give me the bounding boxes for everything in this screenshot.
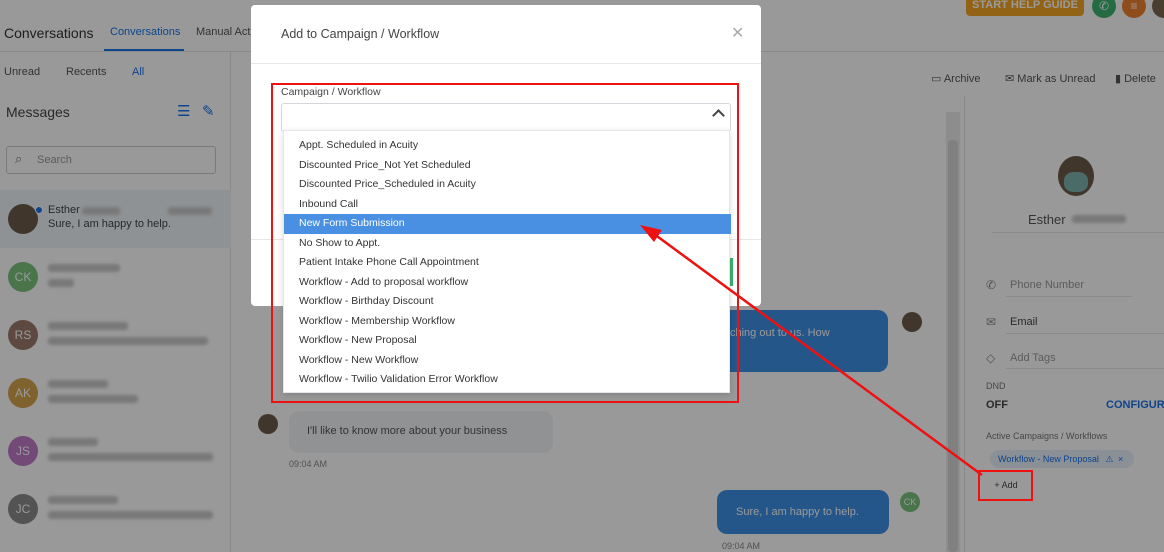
arrow-line: [649, 229, 983, 477]
annotation-arrow: [640, 225, 983, 477]
arrow-head-icon: [640, 225, 662, 242]
